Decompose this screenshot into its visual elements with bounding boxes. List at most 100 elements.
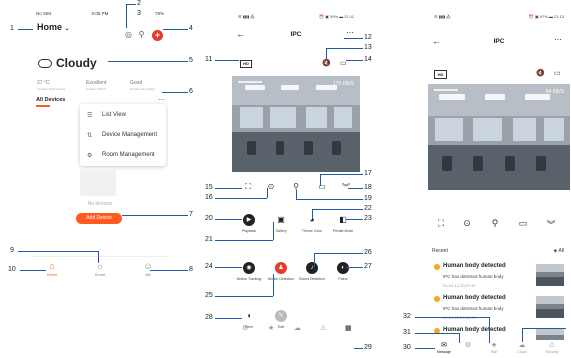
feature-label: Private Mode — [332, 229, 354, 233]
nav-home[interactable]: ⌂ Home — [40, 261, 64, 277]
camera-icon[interactable]: ⊙ — [460, 218, 474, 229]
screenshot-frame-icon[interactable]: ⛶ — [242, 182, 254, 192]
bitrate-readout: 173 KB/S — [332, 81, 354, 87]
callout-25: 25 — [205, 292, 213, 299]
feature-motion-detection[interactable]: ♟ Motion Detection — [267, 262, 295, 282]
edit-icon: ✎ — [275, 310, 287, 322]
top-bar: ← IPC ⋯ — [232, 28, 360, 44]
feature-label: Sound Detection — [299, 277, 325, 281]
metric-pm25: Excellent — [86, 80, 107, 86]
mic-icon[interactable]: ⚲ — [137, 30, 146, 39]
nav-label: Smart — [94, 272, 106, 277]
menu-item-label: List View — [102, 112, 126, 118]
feature-private-mode[interactable]: ◧ Private Mode — [329, 214, 357, 234]
tab-indicator — [36, 105, 50, 107]
feature-patrol[interactable]: ◐ Patrol — [329, 262, 357, 282]
all-events-link[interactable]: ◈ All — [553, 248, 564, 254]
expand-chevron-icon[interactable]: ︾ — [544, 218, 558, 231]
nav-label: Star — [490, 350, 498, 354]
camera-controls: ⛶ ⊙ ⚲ ▭ ︾ — [428, 218, 570, 232]
callout-27: 27 — [364, 263, 372, 270]
alert-icon[interactable]: ⚠ — [320, 324, 326, 332]
callout-21: 21 — [205, 236, 213, 243]
callout-7: 7 — [189, 211, 193, 218]
tab-all-devices[interactable]: All Devices — [36, 97, 65, 103]
nav-smart[interactable]: ☼ Smart — [88, 261, 112, 277]
nav-label: Security — [545, 350, 559, 354]
play-icon: ▶ — [243, 214, 255, 226]
event-thumbnail[interactable] — [536, 296, 564, 318]
camera-icon[interactable]: ◎ — [124, 30, 133, 39]
feature-sound-detection[interactable]: ♪ Sound Detection — [298, 262, 326, 282]
more-dots-icon[interactable]: ⋯ — [554, 35, 562, 44]
callout-8: 8 — [189, 266, 193, 273]
feature-playback[interactable]: ▶ Playback — [235, 214, 263, 234]
status-left: ☰ ▮▮▮ ⁂ — [434, 14, 451, 19]
patrol-icon: ◐ — [337, 262, 349, 274]
star-icon: ★ — [490, 342, 498, 349]
hd-toggle[interactable]: HD — [434, 70, 447, 79]
callout-30: 30 — [403, 344, 411, 351]
video-record-icon[interactable]: ▭ — [516, 218, 530, 229]
screen-icon[interactable]: ▭ — [554, 69, 561, 77]
status-right: ⏰ ▣ 99% ▬ 21:11 — [319, 14, 354, 19]
callout-12: 12 — [364, 34, 372, 41]
mic-icon[interactable]: ⚲ — [488, 218, 502, 229]
callout-19: 19 — [364, 195, 372, 202]
event-title: Human body detected — [443, 295, 506, 301]
all-label: All — [558, 248, 564, 254]
callout-10: 10 — [8, 266, 16, 273]
callout-24: 24 — [205, 263, 213, 270]
sort-icon: ⇅ — [87, 132, 93, 139]
add-button[interactable]: + — [152, 30, 163, 41]
callout-28: 28 — [205, 314, 213, 321]
event-item[interactable]: Human body detected IPC has detected hum… — [428, 294, 570, 330]
nav-cloud[interactable]: ☁ Cloud — [512, 342, 532, 354]
status-bar: No SIM 0:05 PM 78% — [32, 8, 168, 18]
feature-gallery[interactable]: ▣ Gallery — [267, 214, 295, 234]
event-item[interactable]: Human body detected IPC has detected hum… — [428, 262, 570, 298]
menu-item-device-management[interactable]: ⇅ Device Management — [80, 125, 166, 145]
video-record-icon[interactable]: ▭ — [316, 182, 328, 191]
callout-6: 6 — [189, 88, 193, 95]
nav-message[interactable]: ✉ Message — [434, 342, 454, 354]
menu-item-room-management[interactable]: ⚙ Room Management — [80, 145, 166, 165]
event-thumbnail[interactable] — [536, 328, 564, 340]
video-feed[interactable]: 173 KB/S — [232, 76, 360, 172]
event-thumbnail[interactable] — [536, 264, 564, 286]
callout-5: 5 — [189, 57, 193, 64]
metric-temperature-label: Outdoor Temperature — [37, 87, 66, 91]
nav-label: Home — [46, 272, 58, 277]
nav-security[interactable]: ⚠ Security — [542, 342, 562, 354]
top-bar: ← IPC ⋯ — [428, 35, 570, 52]
dropdown-menu: ☰ List View ⇅ Device Management ⚙ Room M… — [80, 104, 166, 166]
more-dots-icon[interactable]: ⋯ — [158, 96, 165, 104]
cloud-icon[interactable]: ☁ — [294, 324, 301, 332]
feature-motion-tracking[interactable]: ◉ Motion Tracking — [235, 262, 263, 282]
menu-item-list-view[interactable]: ☰ List View — [80, 105, 166, 125]
timestamp-watermark — [238, 81, 262, 83]
grid-icon[interactable]: ▦ — [345, 324, 352, 332]
home-title[interactable]: Home ⌄ — [37, 22, 70, 32]
page-title: IPC — [290, 31, 302, 38]
callout-17: 17 — [364, 170, 372, 177]
speaker-mute-icon[interactable]: 🔇 — [322, 59, 331, 67]
add-device-button[interactable]: Add Device — [76, 213, 122, 224]
nav-me[interactable]: ☺ Me — [136, 261, 160, 277]
star-icon[interactable]: ★ — [268, 324, 274, 332]
settings-icon[interactable]: ⚙ — [242, 324, 248, 332]
screenshot-frame-icon[interactable]: ⛶ — [434, 218, 448, 229]
status-right: ⏰ ▣ 97% ▬ 21:13 — [528, 14, 564, 19]
hd-toggle[interactable]: HD — [240, 60, 252, 68]
status-bar: ☰ ▮▮▮ ⁂ ⏰ ▣ 99% ▬ 21:11 — [232, 14, 360, 22]
speaker-mute-icon[interactable]: 🔇 — [536, 69, 545, 77]
video-feed[interactable]: 54 KB/S — [428, 84, 570, 190]
feature-label: Playback — [241, 229, 257, 233]
nav-settings[interactable]: ⚙ — [458, 342, 478, 350]
more-dots-icon[interactable]: ⋯ — [346, 28, 354, 37]
nav-star[interactable]: ★ Star — [484, 342, 504, 354]
phone-camera-events: ☰ ▮▮▮ ⁂ ⏰ ▣ 97% ▬ 21:13 ← IPC ⋯ HD 🔇 ▭ 5… — [428, 8, 570, 358]
run-icon: ♟ — [275, 262, 287, 274]
siren-icon: ◖ — [246, 311, 252, 320]
callout-32: 32 — [403, 313, 411, 320]
